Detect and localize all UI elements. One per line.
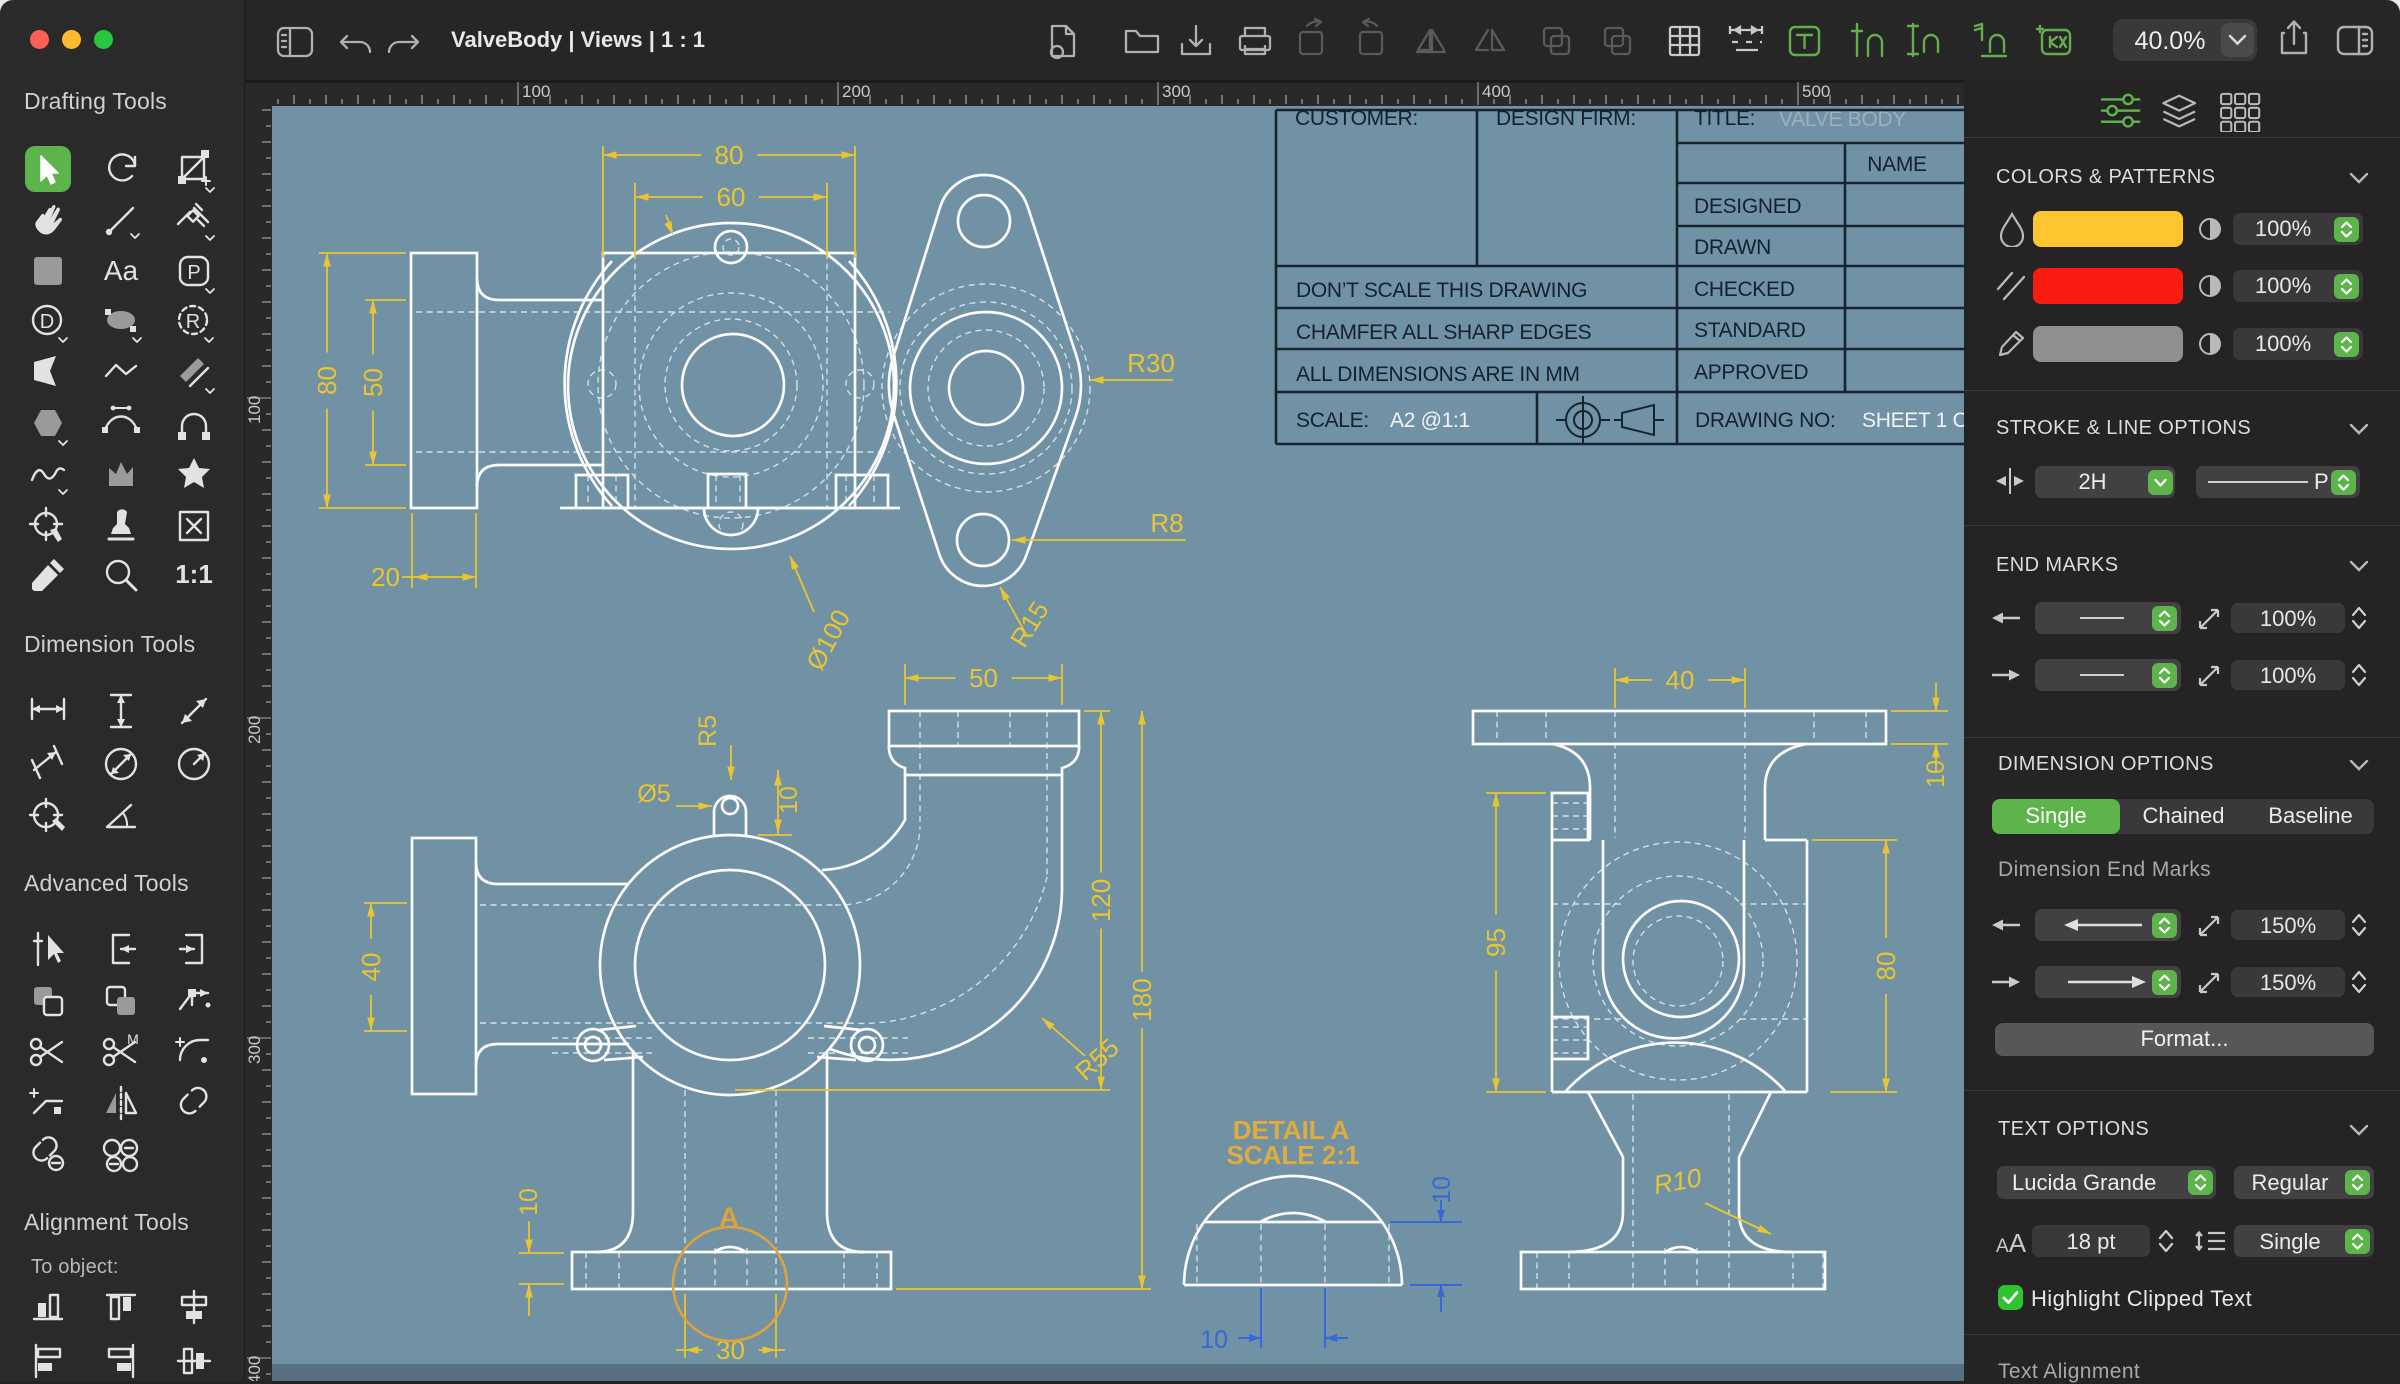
svg-text:1:1: 1:1 bbox=[175, 559, 213, 589]
svg-text:10: 10 bbox=[1922, 760, 1950, 788]
svg-text:SHEET 1 OF: SHEET 1 OF bbox=[1862, 409, 1964, 432]
svg-text:80: 80 bbox=[312, 366, 342, 395]
svg-text:120: 120 bbox=[1086, 879, 1116, 922]
svg-text:CUSTOMER:: CUSTOMER: bbox=[1295, 107, 1418, 130]
svg-text:Aa: Aa bbox=[104, 255, 139, 286]
svg-text:R: R bbox=[186, 311, 200, 333]
svg-text:40: 40 bbox=[1666, 665, 1695, 695]
svg-text:200: 200 bbox=[245, 716, 264, 744]
svg-text:10: 10 bbox=[1200, 1326, 1228, 1354]
svg-text:20: 20 bbox=[371, 562, 400, 592]
svg-text:R5: R5 bbox=[694, 715, 722, 747]
svg-text:R30: R30 bbox=[1127, 348, 1175, 378]
svg-text:100: 100 bbox=[522, 82, 550, 101]
svg-text:95: 95 bbox=[1481, 928, 1511, 957]
svg-text:40: 40 bbox=[356, 953, 386, 982]
svg-text:D: D bbox=[40, 311, 54, 333]
svg-text:50: 50 bbox=[358, 368, 388, 397]
svg-text:P: P bbox=[187, 262, 200, 284]
svg-text:500: 500 bbox=[1802, 82, 1830, 101]
svg-text:300: 300 bbox=[1162, 82, 1190, 101]
svg-text:VALVE BODY: VALVE BODY bbox=[1779, 108, 1906, 131]
svg-text:A2 @1:1: A2 @1:1 bbox=[1390, 409, 1470, 432]
svg-text:300: 300 bbox=[245, 1036, 264, 1064]
svg-text:SCALE:: SCALE: bbox=[1296, 409, 1369, 432]
svg-text:10: 10 bbox=[775, 786, 803, 814]
svg-text:R8: R8 bbox=[1150, 508, 1183, 538]
svg-text:180: 180 bbox=[1127, 978, 1157, 1021]
svg-text:100: 100 bbox=[245, 396, 264, 424]
svg-text:SCALE 2:1: SCALE 2:1 bbox=[1227, 1140, 1360, 1170]
svg-text:DESIGNED: DESIGNED bbox=[1694, 195, 1801, 218]
svg-text:400: 400 bbox=[245, 1356, 264, 1381]
svg-text:10: 10 bbox=[1428, 1176, 1456, 1204]
svg-text:NAME: NAME bbox=[1867, 153, 1927, 176]
svg-text:DESIGN FIRM:: DESIGN FIRM: bbox=[1496, 107, 1636, 130]
svg-text:APPROVED: APPROVED bbox=[1694, 361, 1808, 384]
svg-text:80: 80 bbox=[1871, 952, 1901, 981]
svg-text:DRAWING NO:: DRAWING NO: bbox=[1695, 409, 1836, 432]
svg-text:A: A bbox=[719, 1202, 739, 1232]
svg-text:DON’T SCALE THIS DRAWING: DON’T SCALE THIS DRAWING bbox=[1296, 279, 1587, 302]
svg-text:200: 200 bbox=[842, 82, 870, 101]
svg-text:ALL DIMENSIONS ARE IN MM: ALL DIMENSIONS ARE IN MM bbox=[1296, 363, 1580, 386]
svg-text:400: 400 bbox=[1482, 82, 1510, 101]
svg-text:DRAWN: DRAWN bbox=[1694, 236, 1771, 259]
svg-text:M: M bbox=[127, 1031, 139, 1047]
svg-text:10: 10 bbox=[515, 1188, 543, 1216]
svg-text:STANDARD: STANDARD bbox=[1694, 319, 1806, 342]
svg-text:TITLE:: TITLE: bbox=[1694, 107, 1755, 130]
svg-text:60: 60 bbox=[717, 182, 746, 212]
svg-text:Ø5: Ø5 bbox=[637, 780, 670, 808]
svg-text:CHAMFER ALL SHARP EDGES: CHAMFER ALL SHARP EDGES bbox=[1296, 321, 1592, 344]
svg-text:50: 50 bbox=[969, 663, 998, 693]
svg-text:CHECKED: CHECKED bbox=[1694, 278, 1795, 301]
svg-text:80: 80 bbox=[715, 140, 744, 170]
